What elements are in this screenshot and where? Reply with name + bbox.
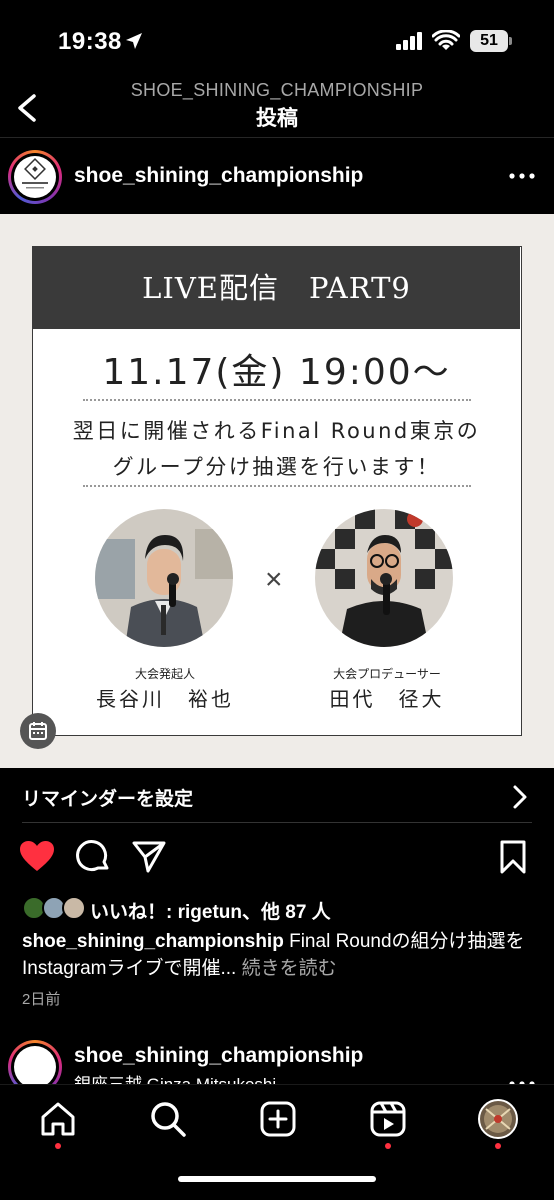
- share-icon[interactable]: [130, 838, 168, 876]
- post-actions: [0, 838, 554, 878]
- status-bar: 19:38 51: [0, 0, 554, 80]
- event-heading: LIVE配信 PART9: [33, 247, 520, 329]
- dotted-divider: [83, 485, 471, 487]
- status-time: 19:38: [58, 28, 122, 55]
- caption-username[interactable]: shoe_shining_championship: [22, 931, 284, 952]
- location-arrow-icon: [126, 33, 142, 49]
- header-title: 投稿: [256, 107, 298, 130]
- avatar[interactable]: [8, 150, 62, 204]
- post-author-row: shoe_shining_championship: [0, 140, 554, 214]
- battery-indicator: 51: [470, 30, 508, 52]
- set-reminder-button[interactable]: リマインダーを設定: [0, 768, 554, 824]
- read-more-link[interactable]: 続きを読む: [242, 958, 337, 979]
- next-post-username[interactable]: shoe_shining_championship: [74, 1044, 363, 1068]
- post-username[interactable]: shoe_shining_championship: [74, 164, 363, 188]
- cellular-signal-icon: [396, 32, 422, 50]
- home-indicator[interactable]: [178, 1176, 376, 1182]
- more-options-icon[interactable]: [508, 166, 536, 186]
- bookmark-icon[interactable]: [494, 838, 532, 876]
- search-icon[interactable]: [148, 1099, 188, 1139]
- post-image[interactable]: LIVE配信 PART9 11.17(金) 19:00〜 翌日に開催されるFin…: [0, 214, 554, 768]
- comment-icon[interactable]: [74, 838, 112, 876]
- reminder-label: リマインダーを設定: [22, 789, 194, 810]
- divider: [22, 822, 532, 823]
- event-card: LIVE配信 PART9 11.17(金) 19:00〜 翌日に開催されるFin…: [32, 246, 522, 736]
- post-time-ago: 2日前: [22, 991, 61, 1008]
- home-notification-dot: [55, 1143, 61, 1149]
- avatar[interactable]: [8, 1040, 62, 1084]
- next-post-header: shoe_shining_championship 銀座三越 Ginza Mit…: [0, 1036, 554, 1084]
- championship-logo-icon: [14, 1046, 56, 1084]
- person1-photo: [95, 509, 233, 647]
- chevron-right-icon: [513, 785, 527, 809]
- person2-name: 田代 径大: [329, 689, 445, 711]
- calendar-icon[interactable]: [20, 713, 56, 749]
- profile-avatar-icon[interactable]: [478, 1099, 518, 1139]
- next-post-location[interactable]: 銀座三越 Ginza Mitsukoshi: [74, 1070, 276, 1084]
- heart-filled-icon[interactable]: [18, 838, 56, 876]
- reels-icon[interactable]: [368, 1099, 408, 1139]
- header-account-name: SHOE_SHINING_CHAMPIONSHIP: [130, 80, 424, 100]
- battery-tip: [509, 37, 512, 45]
- post-header-bar: SHOE_SHINING_CHAMPIONSHIP 投稿: [0, 80, 554, 138]
- person1-name: 長谷川 裕也: [96, 689, 234, 711]
- person2-role: 大会プロデューサー: [333, 667, 441, 681]
- more-options-icon[interactable]: [508, 1074, 536, 1084]
- person2-photo: [315, 509, 453, 647]
- liker-avatar: [62, 896, 86, 920]
- home-icon[interactable]: [38, 1099, 78, 1139]
- event-desc-line2: グループ分け抽選を行います！: [112, 455, 441, 479]
- championship-logo-icon: [14, 156, 56, 198]
- event-desc-line1: 翌日に開催されるFinal Round東京の: [72, 419, 481, 443]
- person1-role: 大会発起人: [134, 667, 195, 681]
- times-symbol: ×: [265, 563, 283, 596]
- likes-text: いいね！: rigetun、他 87 人: [90, 902, 331, 923]
- reels-notification-dot: [385, 1143, 391, 1149]
- profile-notification-dot: [495, 1143, 501, 1149]
- wifi-icon: [432, 30, 460, 50]
- event-date: 11.17(金) 19:00〜: [102, 352, 451, 393]
- bottom-nav: [0, 1084, 554, 1200]
- dotted-divider: [83, 399, 471, 401]
- create-post-icon[interactable]: [258, 1099, 298, 1139]
- caption: shoe_shining_championship Final Roundの組分…: [22, 928, 532, 982]
